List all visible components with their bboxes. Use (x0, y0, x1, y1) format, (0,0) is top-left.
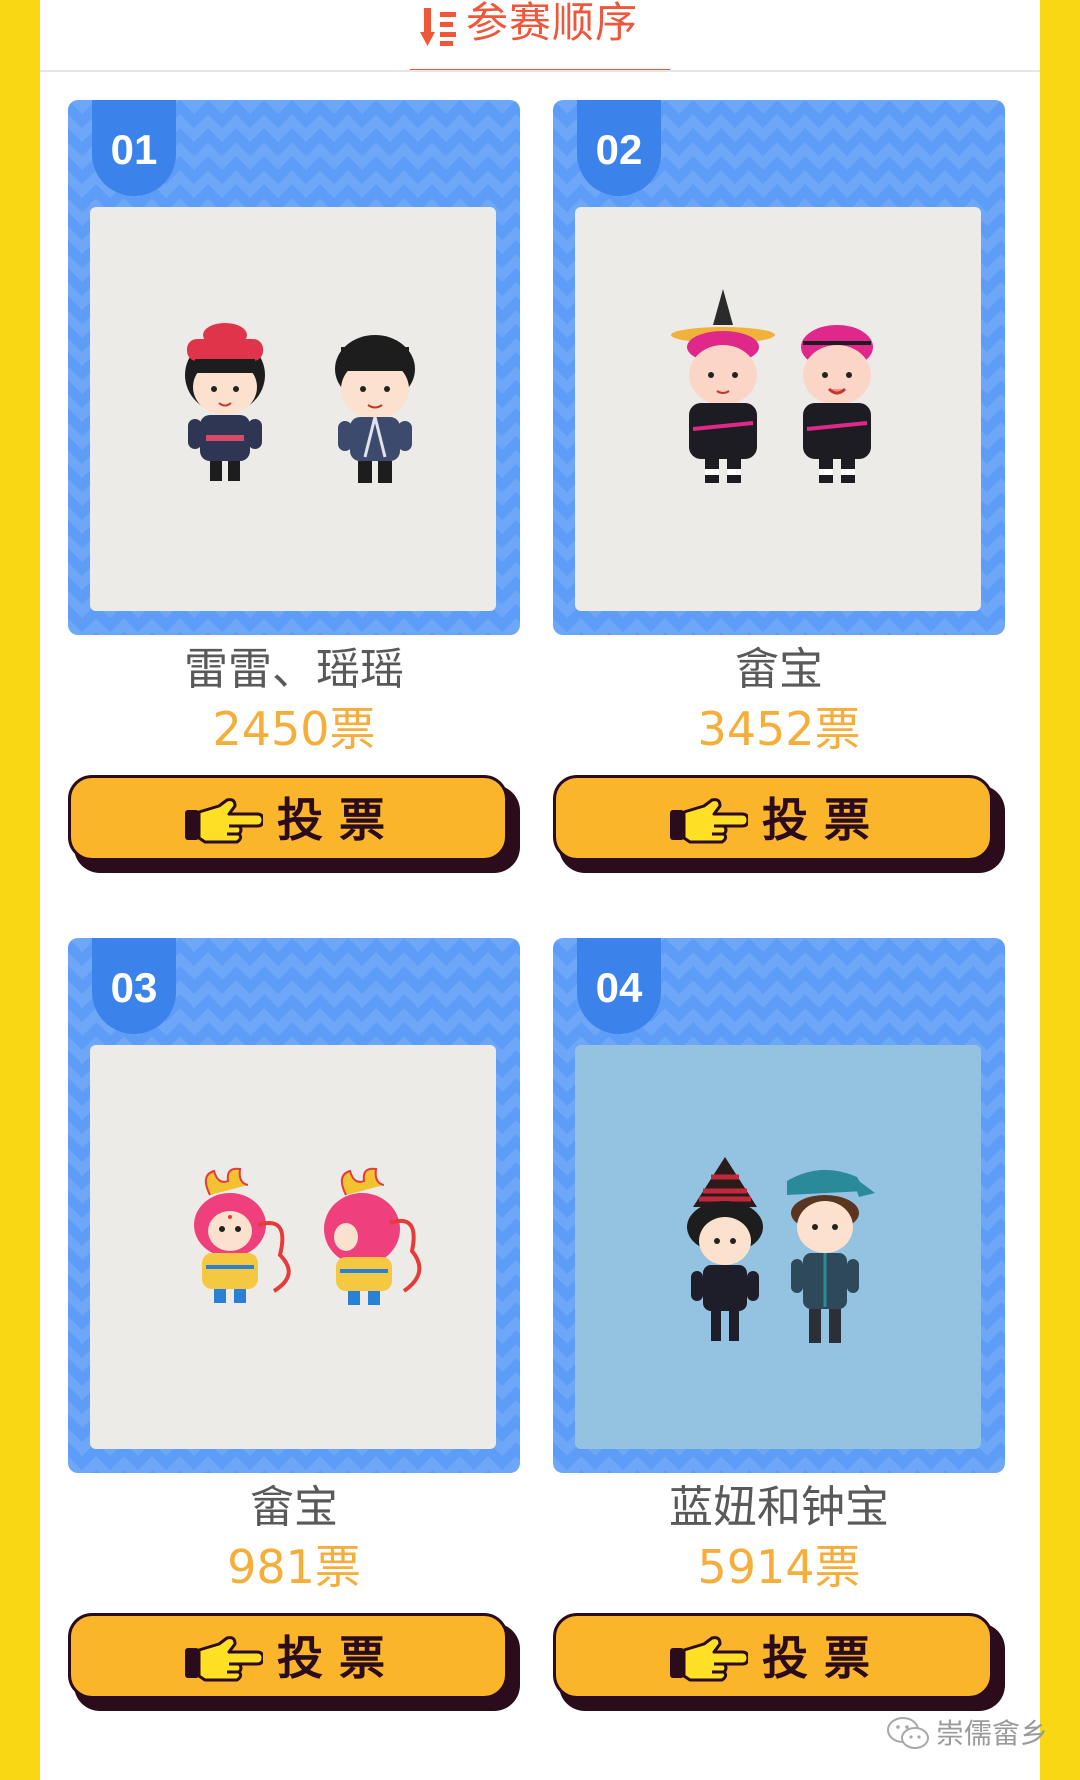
watermark-text: 崇儒畲乡 (936, 1717, 1049, 1750)
entry-image[interactable] (90, 1045, 496, 1449)
vote-button[interactable]: 投票 (68, 775, 520, 875)
vote-button-label: 投票 (277, 793, 401, 847)
entry-frame: 02 (553, 100, 1005, 635)
vote-button[interactable]: 投票 (553, 1613, 1005, 1713)
entry-name: 畲宝 (735, 644, 823, 695)
pointing-hand-icon (185, 1636, 263, 1682)
entry-vote-count: 981票 (227, 1540, 361, 1594)
entry-number-badge: 02 (577, 100, 661, 196)
vote-button-face: 投票 (68, 775, 508, 861)
vote-button-label: 投票 (762, 1631, 886, 1685)
watermark: 崇儒畲乡 (886, 1712, 1049, 1756)
mascot-pair-2-illustration (671, 289, 873, 483)
entry-number-badge: 03 (92, 938, 176, 1034)
vote-button-face: 投票 (553, 775, 993, 861)
header-tab-order[interactable]: 参赛顺序 (410, 0, 670, 72)
entry-vote-count: 3452票 (697, 702, 861, 756)
vote-button-label: 投票 (277, 1631, 401, 1685)
mascot-pair-1-illustration (185, 323, 415, 483)
entry-frame: 04 (553, 938, 1005, 1473)
mascot-pair-4-illustration (687, 1157, 875, 1343)
entry-number-badge: 01 (92, 100, 176, 196)
mascot-pair-3-illustration (194, 1167, 422, 1305)
header-divider (40, 70, 1040, 72)
pointing-hand-icon (670, 1636, 748, 1682)
entry-image[interactable] (90, 207, 496, 611)
entry-name: 畲宝 (250, 1482, 338, 1533)
entry-image[interactable] (575, 207, 981, 611)
pointing-hand-icon (185, 798, 263, 844)
vote-button-face: 投票 (553, 1613, 993, 1699)
entry-name: 蓝妞和钟宝 (669, 1482, 889, 1533)
wechat-icon (887, 1717, 929, 1749)
vote-button[interactable]: 投票 (68, 1613, 520, 1713)
entry-vote-count: 2450票 (212, 702, 376, 756)
page-title: 参赛顺序 (466, 0, 639, 47)
vote-button[interactable]: 投票 (553, 775, 1005, 875)
entry-frame: 01 (68, 100, 520, 635)
content-panel: 参赛顺序 01 雷雷、瑶瑶 2450票 投票 02 畲宝 3452票 投票 03… (40, 0, 1040, 1780)
vote-button-label: 投票 (762, 793, 886, 847)
vote-button-face: 投票 (68, 1613, 508, 1699)
entry-number-badge: 04 (577, 938, 661, 1034)
entry-frame: 03 (68, 938, 520, 1473)
section-header: 参赛顺序 (40, 0, 1040, 72)
pointing-hand-icon (670, 798, 748, 844)
entry-vote-count: 5914票 (697, 1540, 861, 1594)
entry-image[interactable] (575, 1045, 981, 1449)
sort-descending-icon (420, 8, 456, 46)
entry-name: 雷雷、瑶瑶 (184, 644, 404, 695)
